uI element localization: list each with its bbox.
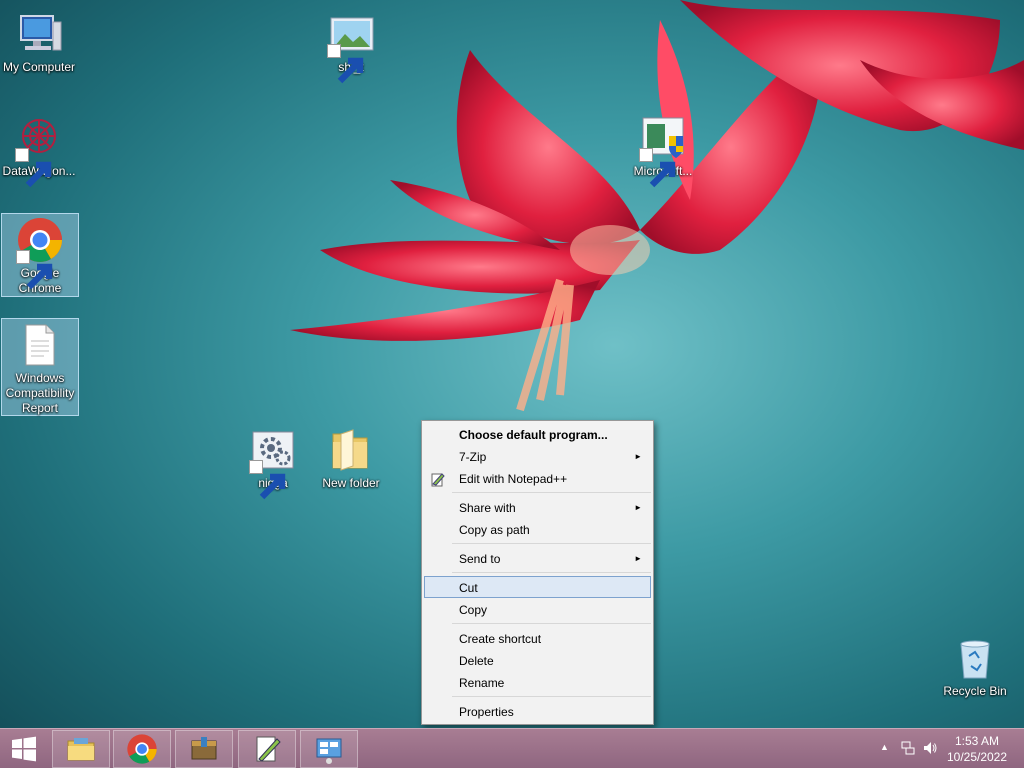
- taskbar: ▲ 1:53 AM 10/25/2022: [0, 728, 1024, 768]
- taskbar-control-panel-button[interactable]: [300, 730, 358, 768]
- windows-logo-icon: [12, 736, 36, 762]
- desktop-icon-datawagon[interactable]: DataWagon...: [0, 112, 78, 188]
- desktop-icon-label: My Computer: [2, 60, 76, 74]
- desktop-icon-microsoft[interactable]: Microsoft...: [624, 112, 702, 188]
- menu-separator: [452, 543, 651, 544]
- taskbar-archive-app-button[interactable]: [175, 730, 233, 768]
- submenu-arrow-icon: ►: [634, 452, 642, 461]
- chrome-icon: [127, 734, 157, 764]
- settings-gear-icon: [249, 426, 297, 500]
- menu-item-copy-as-path[interactable]: Copy as path: [424, 518, 651, 540]
- control-panel-icon: [316, 738, 342, 764]
- menu-item-create-shortcut[interactable]: Create shortcut: [424, 627, 651, 649]
- taskbar-chrome-button[interactable]: [113, 730, 171, 768]
- menu-separator: [452, 623, 651, 624]
- menu-item-properties[interactable]: Properties: [424, 700, 651, 722]
- file-explorer-icon: [67, 738, 95, 761]
- clock-time: 1:53 AM: [954, 734, 1000, 748]
- menu-item-cut[interactable]: Cut: [424, 576, 651, 598]
- taskbar-notepadpp-button[interactable]: [238, 730, 296, 768]
- submenu-arrow-icon: ►: [634, 554, 642, 563]
- desktop-icon-label: New folder: [322, 476, 380, 490]
- volume-icon[interactable]: [922, 740, 938, 759]
- computer-icon: [15, 10, 63, 58]
- shortcut-arrow-icon: [327, 44, 364, 84]
- document-icon: [16, 321, 64, 369]
- menu-item-copy[interactable]: Copy: [424, 598, 651, 620]
- desktop-icon-my-computer[interactable]: My Computer: [0, 8, 78, 75]
- menu-separator: [452, 492, 651, 493]
- desktop-icon-recycle-bin[interactable]: Recycle Bin: [936, 632, 1014, 699]
- installer-icon: [639, 114, 687, 188]
- network-icon[interactable]: [900, 740, 916, 759]
- shortcut-arrow-icon: [249, 460, 286, 500]
- image-file-icon: [327, 10, 375, 84]
- shortcut-arrow-icon: [639, 148, 676, 188]
- menu-item-edit-with-notepadpp[interactable]: Edit with Notepad++: [424, 467, 651, 489]
- notepadpp-icon: [256, 736, 281, 762]
- desktop-icon-google-chrome[interactable]: Google Chrome: [1, 213, 79, 297]
- chrome-icon: [16, 216, 64, 290]
- clock[interactable]: 1:53 AM 10/25/2022: [942, 733, 1012, 765]
- start-button[interactable]: [0, 729, 48, 768]
- submenu-arrow-icon: ►: [634, 503, 642, 512]
- menu-separator: [452, 572, 651, 573]
- shortcut-arrow-icon: [15, 148, 52, 188]
- shortcut-arrow-icon: [16, 250, 53, 290]
- menu-item-choose-default-program[interactable]: Choose default program...: [424, 423, 651, 445]
- show-hidden-icons-button[interactable]: ▲: [880, 742, 889, 752]
- desktop-icon-new-folder[interactable]: New folder: [312, 424, 390, 491]
- desktop-icon-nigga[interactable]: nigga: [234, 424, 312, 500]
- folder-icon: [327, 426, 375, 474]
- desktop-icon-label: Recycle Bin: [943, 684, 1007, 698]
- menu-item-send-to[interactable]: Send to ►: [424, 547, 651, 569]
- menu-item-7zip[interactable]: 7-Zip ►: [424, 445, 651, 467]
- menu-item-share-with[interactable]: Share with ►: [424, 496, 651, 518]
- menu-item-rename[interactable]: Rename: [424, 671, 651, 693]
- clock-date: 10/25/2022: [946, 750, 1008, 764]
- menu-separator: [452, 696, 651, 697]
- system-tray: ▲ 1:53 AM 10/25/2022: [864, 729, 1024, 768]
- notepadpp-icon: [430, 471, 446, 487]
- desktop-icon-windows-compatibility-report[interactable]: Windows Compatibility Report: [1, 318, 79, 416]
- archive-icon: [191, 737, 217, 760]
- recycle-bin-icon: [951, 634, 999, 682]
- menu-item-delete[interactable]: Delete: [424, 649, 651, 671]
- desktop-icon-label: Windows Compatibility Report: [5, 371, 75, 415]
- context-menu: Choose default program... 7-Zip ► Edit wi…: [421, 420, 654, 725]
- desktop-icon-shi-t[interactable]: shi_t: [312, 8, 390, 84]
- taskbar-file-explorer-button[interactable]: [52, 730, 110, 768]
- datawagon-icon: [15, 114, 63, 188]
